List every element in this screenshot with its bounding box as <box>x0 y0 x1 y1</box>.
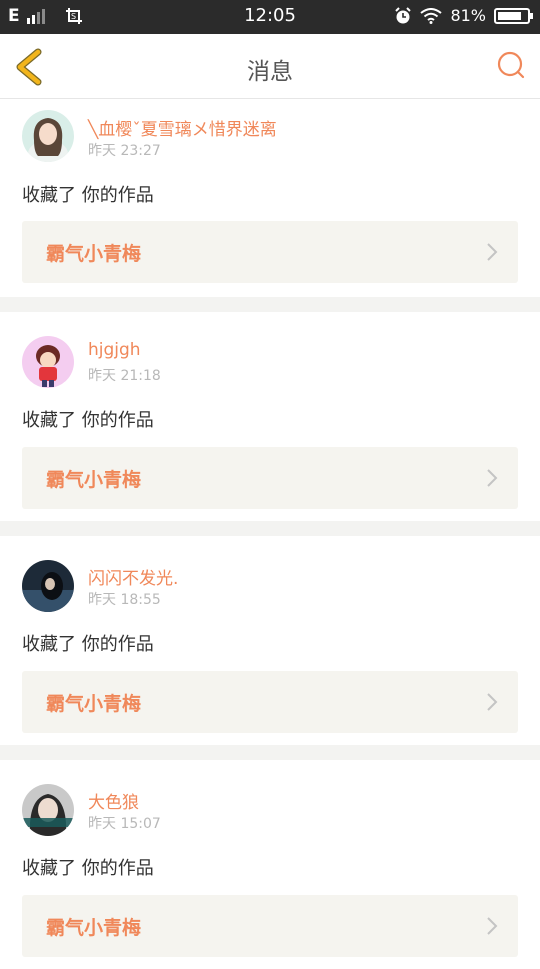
work-title: 霸气小青梅 <box>46 693 142 715</box>
work-title: 霸气小青梅 <box>46 243 142 265</box>
battery-percent: 81% <box>450 6 486 25</box>
wifi-icon <box>420 7 443 24</box>
page-title: 消息 <box>247 59 293 85</box>
message-list: ╲血樱ˇ夏雪璃メ惜界迷离 昨天 23:27 收藏了 你的作品 霸气小青梅 hjg… <box>0 99 540 969</box>
message-card: 大色狼 昨天 15:07 收藏了 你的作品 霸气小青梅 <box>0 760 540 969</box>
work-title: 霸气小青梅 <box>46 917 142 939</box>
alarm-icon <box>395 6 412 23</box>
action-text: 收藏了 你的作品 <box>22 410 154 431</box>
action-text: 收藏了 你的作品 <box>22 858 154 879</box>
chevron-right-icon <box>487 917 498 935</box>
avatar[interactable] <box>22 784 74 836</box>
message-card: hjgjgh 昨天 21:18 收藏了 你的作品 霸气小青梅 <box>0 312 540 521</box>
battery-fill <box>498 11 521 20</box>
battery-icon <box>494 7 533 24</box>
divider <box>0 745 540 760</box>
work-link[interactable]: 霸气小青梅 <box>22 895 518 957</box>
action-text: 收藏了 你的作品 <box>22 185 154 206</box>
chevron-right-icon <box>487 693 498 711</box>
work-link[interactable]: 霸气小青梅 <box>22 447 518 509</box>
status-bar: E S 12:05 81% <box>0 0 540 34</box>
username[interactable]: hjgjgh <box>88 340 141 360</box>
username[interactable]: 大色狼 <box>88 788 139 813</box>
action-text: 收藏了 你的作品 <box>22 634 154 655</box>
timestamp: 昨天 18:55 <box>88 592 161 608</box>
work-title: 霸气小青梅 <box>46 469 142 491</box>
timestamp: 昨天 15:07 <box>88 816 161 832</box>
status-right: 81% <box>394 6 533 25</box>
avatar[interactable] <box>22 110 74 162</box>
username[interactable]: 闪闪不发光. <box>88 564 178 589</box>
avatar[interactable] <box>22 336 74 388</box>
chevron-right-icon <box>487 469 498 487</box>
nav-bar: 消息 <box>0 34 540 99</box>
divider <box>0 297 540 312</box>
timestamp: 昨天 21:18 <box>88 368 161 384</box>
timestamp: 昨天 23:27 <box>88 143 161 159</box>
username[interactable]: ╲血樱ˇ夏雪璃メ惜界迷离 <box>88 115 277 140</box>
chevron-right-icon <box>487 243 498 261</box>
message-card: 闪闪不发光. 昨天 18:55 收藏了 你的作品 霸气小青梅 <box>0 536 540 745</box>
message-card: ╲血樱ˇ夏雪璃メ惜界迷离 昨天 23:27 收藏了 你的作品 霸气小青梅 <box>0 99 540 297</box>
work-link[interactable]: 霸气小青梅 <box>22 221 518 283</box>
search-icon[interactable] <box>496 50 526 80</box>
divider <box>0 521 540 536</box>
avatar[interactable] <box>22 560 74 612</box>
work-link[interactable]: 霸气小青梅 <box>22 671 518 733</box>
